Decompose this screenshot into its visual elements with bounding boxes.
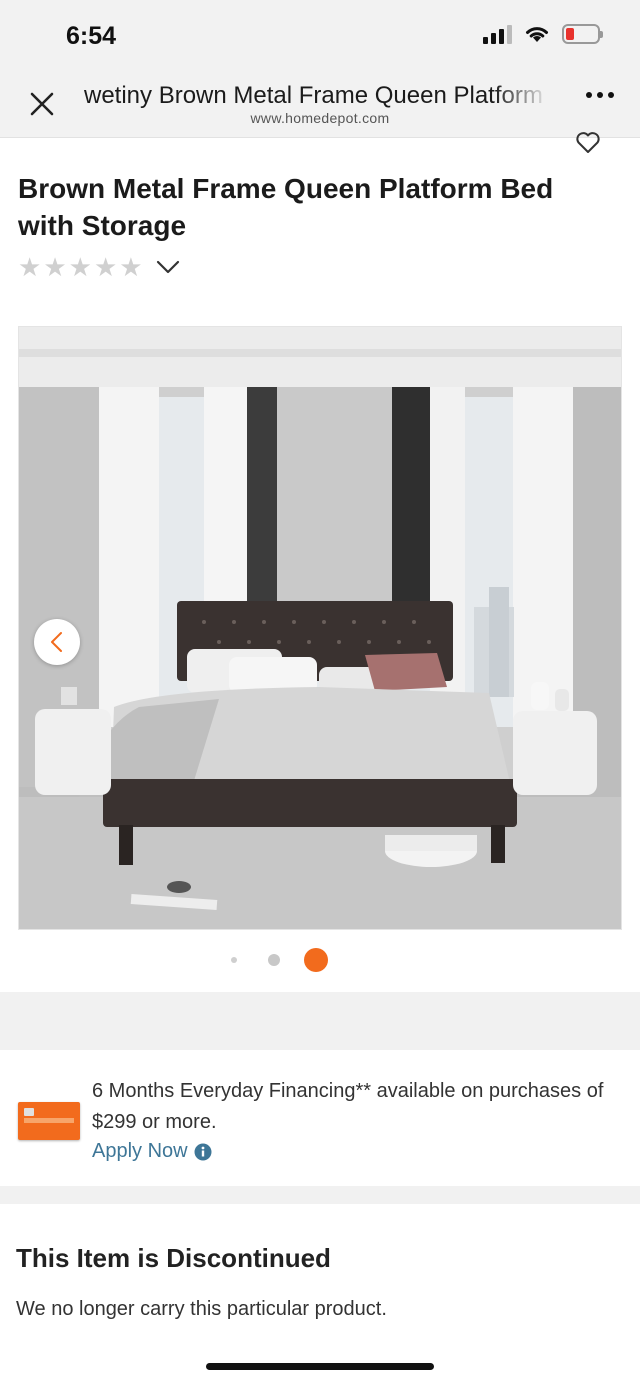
- section-divider: [0, 992, 640, 1050]
- star-icon: ★: [43, 252, 67, 282]
- star-icon: ★: [68, 252, 92, 282]
- page-title: wetiny Brown Metal Frame Queen Platform …: [84, 82, 550, 109]
- battery-icon: [562, 24, 603, 44]
- apply-now-link[interactable]: Apply Now: [92, 1140, 212, 1163]
- carousel-indicator: [0, 946, 640, 974]
- discontinued-title: This Item is Discontinued: [16, 1243, 331, 1273]
- product-title: Brown Metal Frame Queen Platform Bed wit…: [18, 173, 554, 241]
- previous-image-button[interactable]: [34, 619, 80, 665]
- carousel-dot[interactable]: [231, 957, 237, 963]
- page-url: www.homedepot.com: [250, 110, 390, 126]
- status-bar: 6:54: [0, 0, 640, 70]
- credit-card-icon: [18, 1102, 80, 1140]
- heart-icon[interactable]: [574, 128, 602, 156]
- bedroom-illustration: [19, 327, 621, 929]
- carousel-dot-active[interactable]: [304, 948, 328, 972]
- section-divider: [0, 1186, 640, 1204]
- chevron-left-icon: [51, 632, 62, 652]
- rating[interactable]: ★ ★ ★ ★ ★: [18, 254, 181, 280]
- carousel-dot[interactable]: [268, 954, 280, 966]
- status-icons: [483, 24, 603, 44]
- more-icon[interactable]: [586, 92, 614, 98]
- product-image[interactable]: [18, 326, 622, 930]
- star-icon: ★: [119, 252, 143, 282]
- browser-header: wetiny Brown Metal Frame Queen Platform …: [0, 70, 640, 138]
- discontinued-text: We no longer carry this particular produ…: [16, 1298, 387, 1320]
- info-icon[interactable]: [194, 1143, 212, 1161]
- status-time: 6:54: [66, 22, 117, 50]
- wifi-icon: [526, 27, 548, 42]
- chevron-down-icon[interactable]: [155, 254, 181, 280]
- star-icon: ★: [18, 252, 42, 282]
- apply-now-label: Apply Now: [92, 1140, 188, 1162]
- star-icon: ★: [93, 252, 118, 282]
- signal-icon: [483, 24, 512, 44]
- financing-text: 6 Months Everyday Financing** available …: [92, 1080, 604, 1133]
- home-indicator[interactable]: [206, 1363, 434, 1370]
